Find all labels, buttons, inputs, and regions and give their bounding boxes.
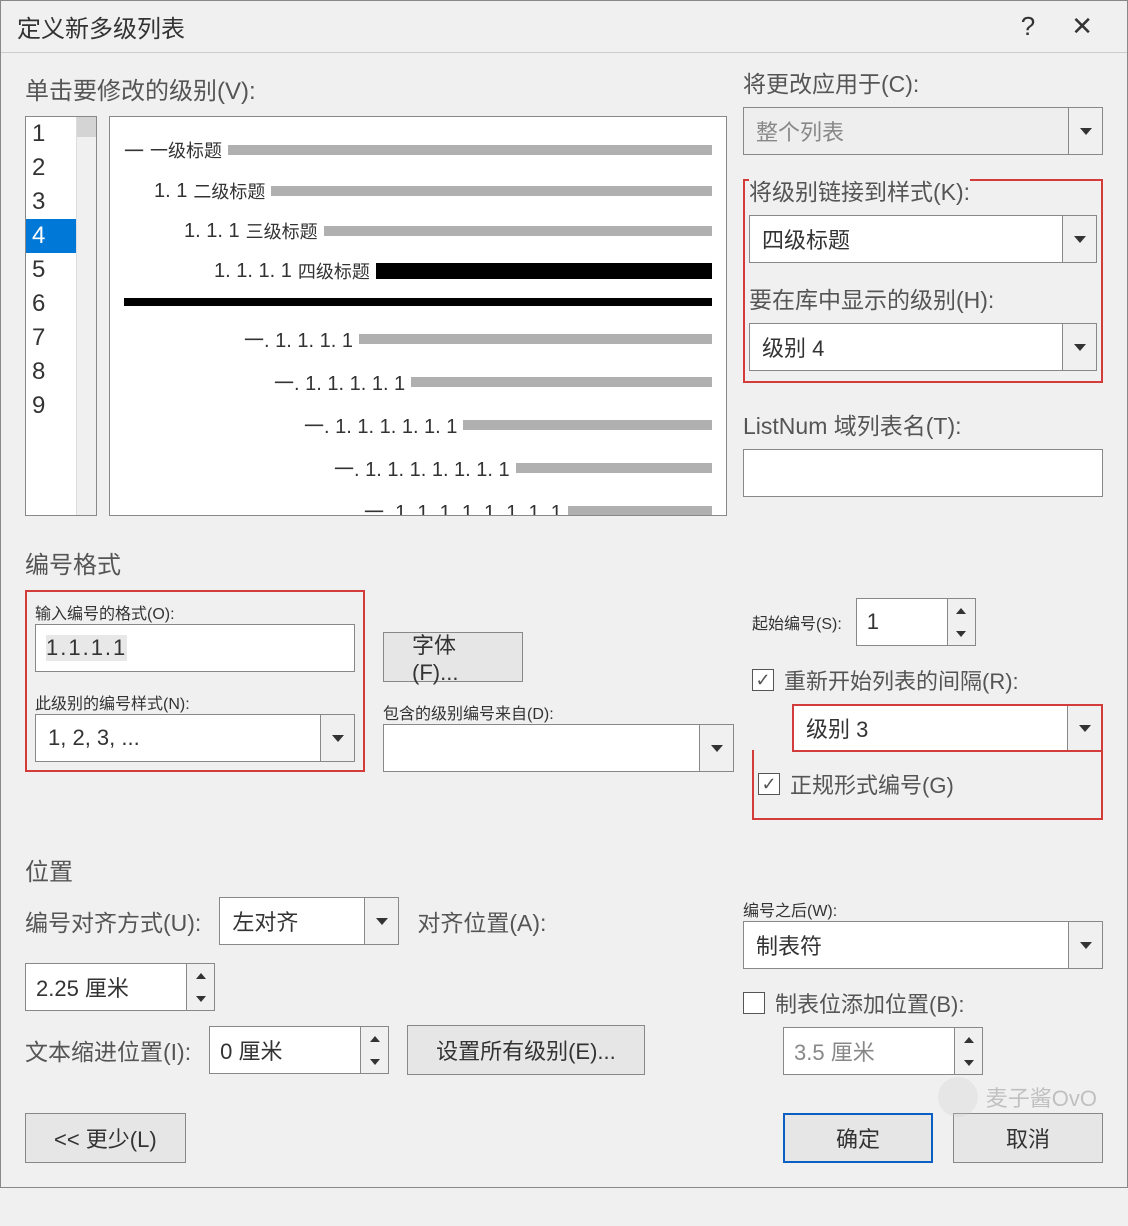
spin-up-icon <box>370 1036 380 1042</box>
gallery-label: 要在库中显示的级别(H): <box>749 281 1097 315</box>
gallery-value: 级别 4 <box>762 331 824 363</box>
level-item-2[interactable]: 2 <box>26 151 76 185</box>
follow-number-label: 编号之后(W): <box>743 897 1103 921</box>
num-style-select[interactable]: 1, 2, 3, ... <box>35 714 355 762</box>
tab-stop-spinner[interactable]: 3.5 厘米 <box>783 1027 983 1075</box>
preview-line: 1. 1. 1三级标题 <box>124 218 712 244</box>
spin-up-icon <box>964 1037 974 1043</box>
level-listbox[interactable]: 123456789 <box>25 116 97 516</box>
level-item-5[interactable]: 5 <box>26 253 76 287</box>
titlebar: 定义新多级列表 ? ✕ <box>1 1 1127 53</box>
chevron-down-icon <box>1079 725 1091 732</box>
spin-down-icon <box>196 996 206 1002</box>
apply-to-label: 将更改应用于(C): <box>743 65 1103 99</box>
num-style-value: 1, 2, 3, ... <box>48 725 140 751</box>
chevron-down-icon <box>1080 942 1092 949</box>
apply-to-value: 整个列表 <box>756 115 844 147</box>
restart-value: 级别 3 <box>806 712 868 744</box>
listnum-input[interactable] <box>743 449 1103 497</box>
chevron-down-icon <box>332 735 344 742</box>
spin-up-icon <box>956 608 966 614</box>
restart-level-select[interactable]: 级别 3 <box>792 704 1103 752</box>
dialog-title: 定义新多级列表 <box>17 9 1003 44</box>
chevron-down-icon <box>1080 128 1092 135</box>
chevron-down-icon <box>1074 344 1086 351</box>
numformat-section-label: 编号格式 <box>25 545 1103 580</box>
start-at-spinner[interactable]: 1 <box>856 598 976 646</box>
listnum-label: ListNum 域列表名(T): <box>743 407 1103 441</box>
num-style-label: 此级别的编号样式(N): <box>35 690 355 714</box>
preview-line: 一. 1. 1. 1. 1. 1. 1 <box>124 410 712 439</box>
chevron-down-icon <box>376 918 388 925</box>
include-from-label: 包含的级别编号来自(D): <box>383 700 734 724</box>
level-item-6[interactable]: 6 <box>26 287 76 321</box>
level-item-3[interactable]: 3 <box>26 185 76 219</box>
click-level-label: 单击要修改的级别(V): <box>25 71 727 106</box>
cancel-button[interactable]: 取消 <box>953 1113 1103 1163</box>
level-item-7[interactable]: 7 <box>26 321 76 355</box>
chevron-down-icon <box>711 745 723 752</box>
preview-line: 一. 1. 1. 1. 1. 1. 1. 1. 1 <box>124 496 712 516</box>
level-item-1[interactable]: 1 <box>26 117 76 151</box>
gallery-select[interactable]: 级别 4 <box>749 323 1097 371</box>
set-all-levels-button[interactable]: 设置所有级别(E)... <box>407 1025 645 1075</box>
text-indent-label: 文本缩进位置(I): <box>25 1033 191 1067</box>
ok-button[interactable]: 确定 <box>783 1113 933 1163</box>
font-button[interactable]: 字体(F)... <box>383 632 523 682</box>
close-icon[interactable]: ✕ <box>1053 11 1111 42</box>
legal-style-checkbox[interactable]: ✓ 正规形式编号(G) <box>752 750 1103 820</box>
link-style-select[interactable]: 四级标题 <box>749 215 1097 263</box>
less-button[interactable]: << 更少(L) <box>25 1113 186 1163</box>
number-format-input[interactable]: 1.1.1.1 <box>35 624 355 672</box>
help-icon[interactable]: ? <box>1003 11 1053 42</box>
preview-line: 一. 1. 1. 1. 1. 1 <box>124 367 712 396</box>
preview-line: 1. 1. 1. 1四级标题 <box>124 258 712 284</box>
restart-checkbox[interactable]: ✓ 重新开始列表的间隔(R): <box>752 664 1103 696</box>
preview-line: 一. 1. 1. 1. 1. 1. 1. 1 <box>124 453 712 482</box>
spin-up-icon <box>196 973 206 979</box>
include-from-select[interactable] <box>383 724 734 772</box>
tab-stop-checkbox[interactable]: 制表位添加位置(B): <box>743 987 1103 1019</box>
define-multilevel-list-dialog: 定义新多级列表 ? ✕ 单击要修改的级别(V): 123456789 一一级标题… <box>0 0 1128 1188</box>
num-align-label: 编号对齐方式(U): <box>25 904 201 938</box>
preview-line: 一. 1. 1. 1. 1 <box>124 324 712 353</box>
spin-down-icon <box>370 1059 380 1065</box>
aligned-at-spinner[interactable]: 2.25 厘米 <box>25 963 215 1011</box>
preview-line: 一一级标题 <box>124 135 712 164</box>
position-section-label: 位置 <box>25 852 1103 887</box>
level-item-8[interactable]: 8 <box>26 355 76 389</box>
follow-number-select[interactable]: 制表符 <box>743 921 1103 969</box>
num-align-select[interactable]: 左对齐 <box>219 897 399 945</box>
preview-line: 1. 1二级标题 <box>124 178 712 204</box>
link-style-value: 四级标题 <box>762 223 850 255</box>
preview-box: 一一级标题1. 1二级标题1. 1. 1三级标题1. 1. 1. 1四级标题一.… <box>109 116 727 516</box>
level-scrollbar[interactable] <box>76 117 96 515</box>
enter-format-label: 输入编号的格式(O): <box>35 600 355 624</box>
chevron-down-icon <box>1074 236 1086 243</box>
level-item-9[interactable]: 9 <box>26 389 76 423</box>
spin-down-icon <box>964 1060 974 1066</box>
spin-down-icon <box>956 631 966 637</box>
text-indent-spinner[interactable]: 0 厘米 <box>209 1026 389 1074</box>
apply-to-select[interactable]: 整个列表 <box>743 107 1103 155</box>
aligned-at-label: 对齐位置(A): <box>417 904 546 938</box>
link-style-label: 将级别链接到样式(K): <box>749 173 970 207</box>
level-item-4[interactable]: 4 <box>26 219 76 253</box>
start-at-label: 起始编号(S): <box>752 610 842 634</box>
